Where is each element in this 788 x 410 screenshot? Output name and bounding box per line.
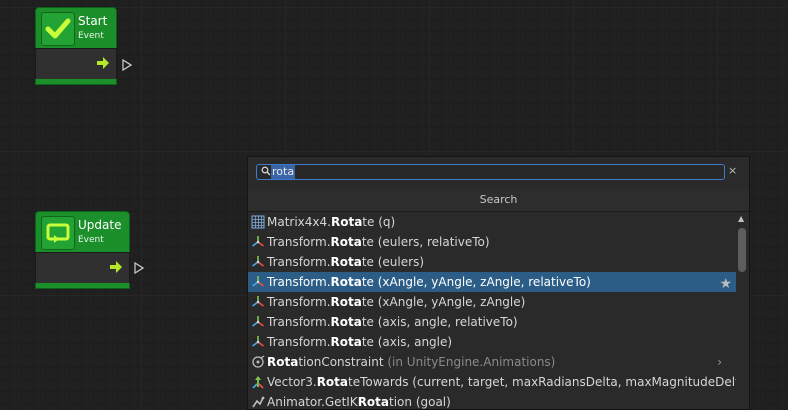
- result-label: Matrix4x4.Rotate (q): [267, 212, 395, 232]
- result-item[interactable]: Transform.Rotate (eulers, relativeTo): [248, 232, 736, 252]
- fuzzy-finder-panel: rota × Search Matrix4x4.Rotate (q) Transf…: [247, 156, 750, 410]
- start-node-subtitle: Event: [78, 31, 104, 41]
- result-match-highlight: Rota: [330, 315, 362, 329]
- result-item[interactable]: Transform.Rotate (eulers): [248, 252, 736, 272]
- start-node-body: [35, 48, 117, 80]
- result-match-highlight: Rota: [330, 235, 362, 249]
- result-signature: te (eulers): [361, 255, 424, 269]
- result-label: Transform.Rotate (xAngle, yAngle, zAngle…: [267, 272, 591, 292]
- result-label: Animator.GetIKRotation (goal): [267, 392, 451, 409]
- result-match-highlight: Rota: [330, 255, 362, 269]
- result-label: Transform.Rotate (eulers): [267, 252, 424, 272]
- update-node-title: Update: [78, 218, 122, 232]
- result-signature: teTowards (current, target, maxRadiansDe…: [348, 375, 736, 389]
- result-signature: tion (goal): [389, 395, 451, 409]
- result-type-prefix: Transform.: [267, 335, 331, 349]
- animator-icon: [251, 395, 265, 409]
- flow-arrow-icon: [110, 261, 122, 273]
- result-match-highlight: Rota: [330, 215, 363, 229]
- search-icon: [261, 166, 271, 176]
- update-node-subtitle: Event: [78, 235, 104, 245]
- transform-icon: [251, 315, 265, 329]
- vector-icon: [251, 375, 265, 389]
- update-node-header[interactable]: Update Event: [35, 211, 130, 253]
- result-label: Transform.Rotate (axis, angle, relativeT…: [267, 312, 518, 332]
- result-item[interactable]: Transform.Rotate (axis, angle, relativeT…: [248, 312, 736, 332]
- start-event-node[interactable]: Start Event: [35, 7, 132, 87]
- result-item[interactable]: Transform.Rotate (xAngle, yAngle, zAngle…: [248, 292, 736, 312]
- result-label: Transform.Rotate (eulers, relativeTo): [267, 232, 490, 252]
- transform-icon: [251, 275, 265, 289]
- result-namespace-hint: (in UnityEngine.Animations): [387, 355, 556, 369]
- scrollbar-thumb[interactable]: [738, 228, 746, 272]
- result-match-highlight: Rota: [357, 395, 390, 409]
- start-node-footer: [35, 79, 117, 85]
- update-event-node[interactable]: Update Event: [35, 211, 144, 291]
- result-label: RotationConstraint (in UnityEngine.Anima…: [267, 352, 555, 372]
- result-signature: te (axis, angle, relativeTo): [361, 315, 518, 329]
- result-type-prefix: Matrix4x4.: [267, 215, 331, 229]
- result-type-prefix: Transform.: [267, 255, 331, 269]
- result-label: Vector3.RotateTowards (current, target, …: [267, 372, 736, 392]
- transform-icon: [251, 295, 265, 309]
- result-type-prefix: Transform.: [267, 235, 331, 249]
- search-input[interactable]: rota: [256, 164, 725, 180]
- output-port-icon[interactable]: [122, 59, 132, 71]
- result-item[interactable]: Transform.Rotate (xAngle, yAngle, zAngle…: [248, 272, 736, 292]
- clear-search-button[interactable]: ×: [728, 164, 737, 177]
- scroll-up-arrow-icon[interactable]: ▲: [738, 214, 744, 223]
- result-match-highlight: Rota: [316, 375, 349, 389]
- result-signature: tionConstraint: [298, 355, 388, 369]
- search-query-text[interactable]: rota: [271, 165, 296, 179]
- result-item[interactable]: RotationConstraint (in UnityEngine.Anima…: [248, 352, 736, 372]
- result-item[interactable]: Transform.Rotate (axis, angle): [248, 332, 736, 352]
- result-type-prefix: Transform.: [267, 315, 331, 329]
- loop-icon: [41, 216, 75, 250]
- result-item[interactable]: Matrix4x4.Rotate (q): [248, 212, 736, 232]
- result-label: Transform.Rotate (axis, angle): [267, 332, 452, 352]
- result-signature: te (xAngle, yAngle, zAngle, relativeTo): [361, 275, 591, 289]
- result-label: Transform.Rotate (xAngle, yAngle, zAngle…: [267, 292, 525, 312]
- result-type-prefix: Transform.: [267, 295, 331, 309]
- result-item[interactable]: Animator.GetIKRotation (goal): [248, 392, 736, 409]
- results-list: Matrix4x4.Rotate (q) Transform.Rotate (eu…: [248, 212, 736, 409]
- update-node-footer: [35, 283, 130, 289]
- search-header: Search: [248, 189, 749, 212]
- result-type-prefix: Animator.GetIK: [267, 395, 358, 409]
- flow-arrow-icon: [97, 57, 109, 69]
- result-item[interactable]: Vector3.RotateTowards (current, target, …: [248, 372, 736, 392]
- checkmark-icon: [41, 12, 75, 46]
- transform-icon: [251, 235, 265, 249]
- result-signature: te (axis, angle): [361, 335, 453, 349]
- start-node-title: Start: [78, 14, 108, 28]
- transform-icon: [251, 255, 265, 269]
- result-match-highlight: Rota: [267, 355, 299, 369]
- results-scrollbar[interactable]: ▲: [736, 212, 748, 409]
- result-signature: te (q): [362, 215, 396, 229]
- start-node-header[interactable]: Start Event: [35, 7, 117, 49]
- result-type-prefix: Vector3.: [267, 375, 317, 389]
- chevron-right-icon[interactable]: ›: [717, 352, 722, 372]
- constraint-icon: [251, 355, 265, 369]
- result-match-highlight: Rota: [330, 295, 362, 309]
- update-node-body: [35, 252, 130, 284]
- matrix-icon: [251, 215, 265, 229]
- output-port-icon[interactable]: [134, 262, 144, 274]
- favorite-star-icon[interactable]: ★: [719, 274, 732, 294]
- result-signature: te (xAngle, yAngle, zAngle): [361, 295, 526, 309]
- result-type-prefix: Transform.: [267, 275, 331, 289]
- transform-icon: [251, 335, 265, 349]
- result-signature: te (eulers, relativeTo): [361, 235, 490, 249]
- result-match-highlight: Rota: [330, 335, 362, 349]
- result-match-highlight: Rota: [330, 275, 362, 289]
